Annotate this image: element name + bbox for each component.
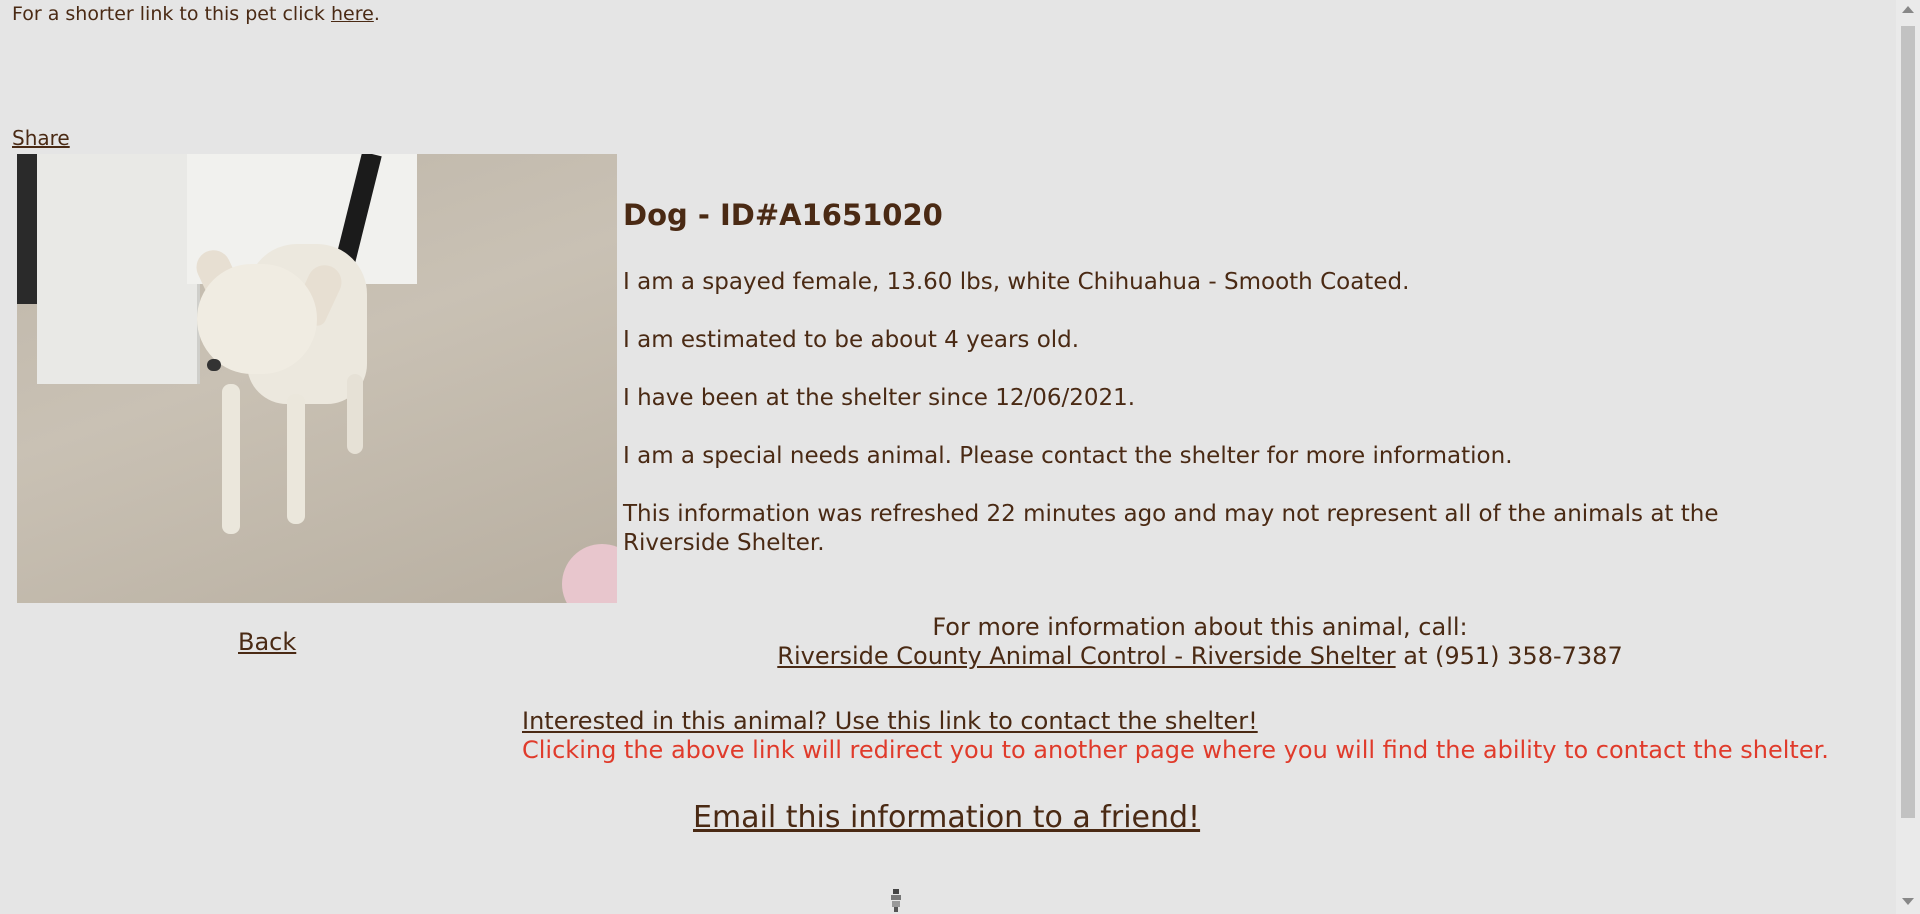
refresh-note: This information was refreshed 22 minute… xyxy=(623,501,1719,556)
short-link-here[interactable]: here xyxy=(331,3,374,25)
spinner-icon xyxy=(891,889,901,912)
shelter-phone: at (951) 358-7387 xyxy=(1395,642,1623,670)
share-link[interactable]: Share xyxy=(12,126,70,150)
short-link-prefix: For a shorter link to this pet click xyxy=(12,3,331,25)
chevron-down-icon[interactable] xyxy=(1902,898,1914,905)
pet-description: I am a spayed female, 13.60 lbs, white C… xyxy=(623,269,1410,295)
pet-shelter-since: I have been at the shelter since 12/06/2… xyxy=(623,385,1136,411)
vertical-scrollbar[interactable] xyxy=(1896,0,1920,914)
email-friend-link[interactable]: Email this information to a friend! xyxy=(693,800,1200,835)
short-link-line: For a shorter link to this pet click her… xyxy=(12,3,380,25)
pet-age: I am estimated to be about 4 years old. xyxy=(623,327,1080,353)
pet-photo xyxy=(17,154,617,603)
pet-title: Dog - ID#A1651020 xyxy=(623,198,943,232)
scrollbar-thumb[interactable] xyxy=(1901,26,1915,818)
shelter-link[interactable]: Riverside County Animal Control - Rivers… xyxy=(777,642,1395,670)
contact-shelter-link[interactable]: Interested in this animal? Use this link… xyxy=(522,707,1258,736)
redirect-note: Clicking the above link will redirect yo… xyxy=(522,736,1829,764)
contact-intro: For more information about this animal, … xyxy=(932,613,1468,641)
pet-special-needs: I am a special needs animal. Please cont… xyxy=(623,443,1513,469)
contact-line: Riverside County Animal Control - Rivers… xyxy=(0,642,1920,671)
chevron-up-icon[interactable] xyxy=(1902,6,1914,13)
short-link-suffix: . xyxy=(373,3,380,25)
